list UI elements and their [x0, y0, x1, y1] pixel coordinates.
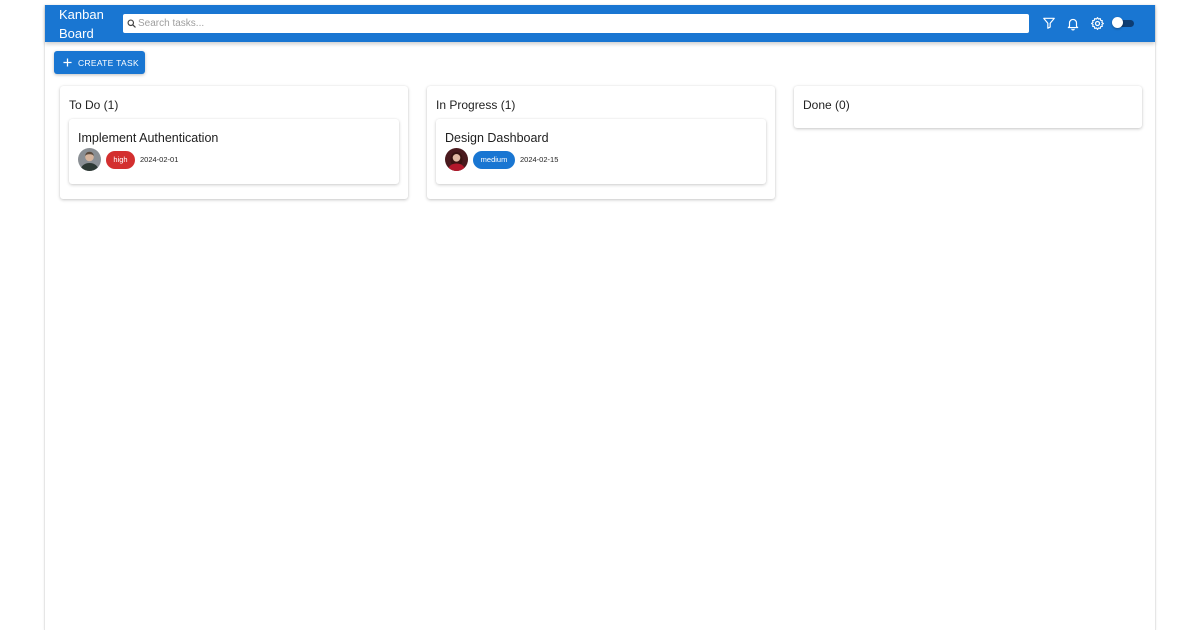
due-date: 2024-02-15 — [520, 155, 559, 164]
theme-toggle[interactable] — [1112, 17, 1134, 28]
create-task-label: CREATE TASK — [78, 57, 139, 68]
man-avatar-icon — [78, 148, 101, 171]
task-title: Implement Authentication — [78, 131, 219, 145]
filter-icon[interactable] — [1041, 14, 1057, 32]
search-input[interactable] — [137, 15, 1017, 32]
woman-avatar-icon — [445, 148, 468, 171]
search-icon — [127, 19, 137, 29]
task-meta: high 2024-02-01 — [78, 148, 178, 171]
app-bar: Kanban Board — [45, 5, 1155, 42]
search-box[interactable] — [123, 14, 1029, 33]
column-title: In Progress (1) — [436, 98, 516, 112]
bell-icon[interactable] — [1065, 14, 1081, 32]
toggle-thumb — [1112, 17, 1123, 28]
avatar — [445, 148, 468, 171]
column-title: To Do (1) — [69, 98, 119, 112]
column-todo: To Do (1) Implement Authentication high … — [60, 86, 408, 199]
task-card[interactable]: Implement Authentication high 2024-02-01 — [69, 119, 399, 184]
priority-chip: medium — [473, 150, 515, 169]
column-title: Done (0) — [803, 98, 850, 112]
task-card[interactable]: Design Dashboard medium 2024-02-15 — [436, 119, 766, 184]
app-title: Kanban Board — [59, 7, 104, 41]
priority-chip: high — [106, 150, 135, 169]
task-title: Design Dashboard — [445, 131, 549, 145]
task-meta: medium 2024-02-15 — [445, 148, 558, 171]
due-date: 2024-02-01 — [140, 155, 179, 164]
avatar — [78, 148, 101, 171]
plus-icon — [63, 58, 72, 67]
kanban-app: Kanban Board CREATE TASK — [44, 5, 1156, 630]
gear-icon[interactable] — [1089, 14, 1105, 32]
column-done: Done (0) — [794, 86, 1142, 128]
toolbar-icons — [1041, 14, 1113, 32]
column-in-progress: In Progress (1) Design Dashboard medium … — [427, 86, 775, 199]
create-task-button[interactable]: CREATE TASK — [54, 51, 145, 74]
